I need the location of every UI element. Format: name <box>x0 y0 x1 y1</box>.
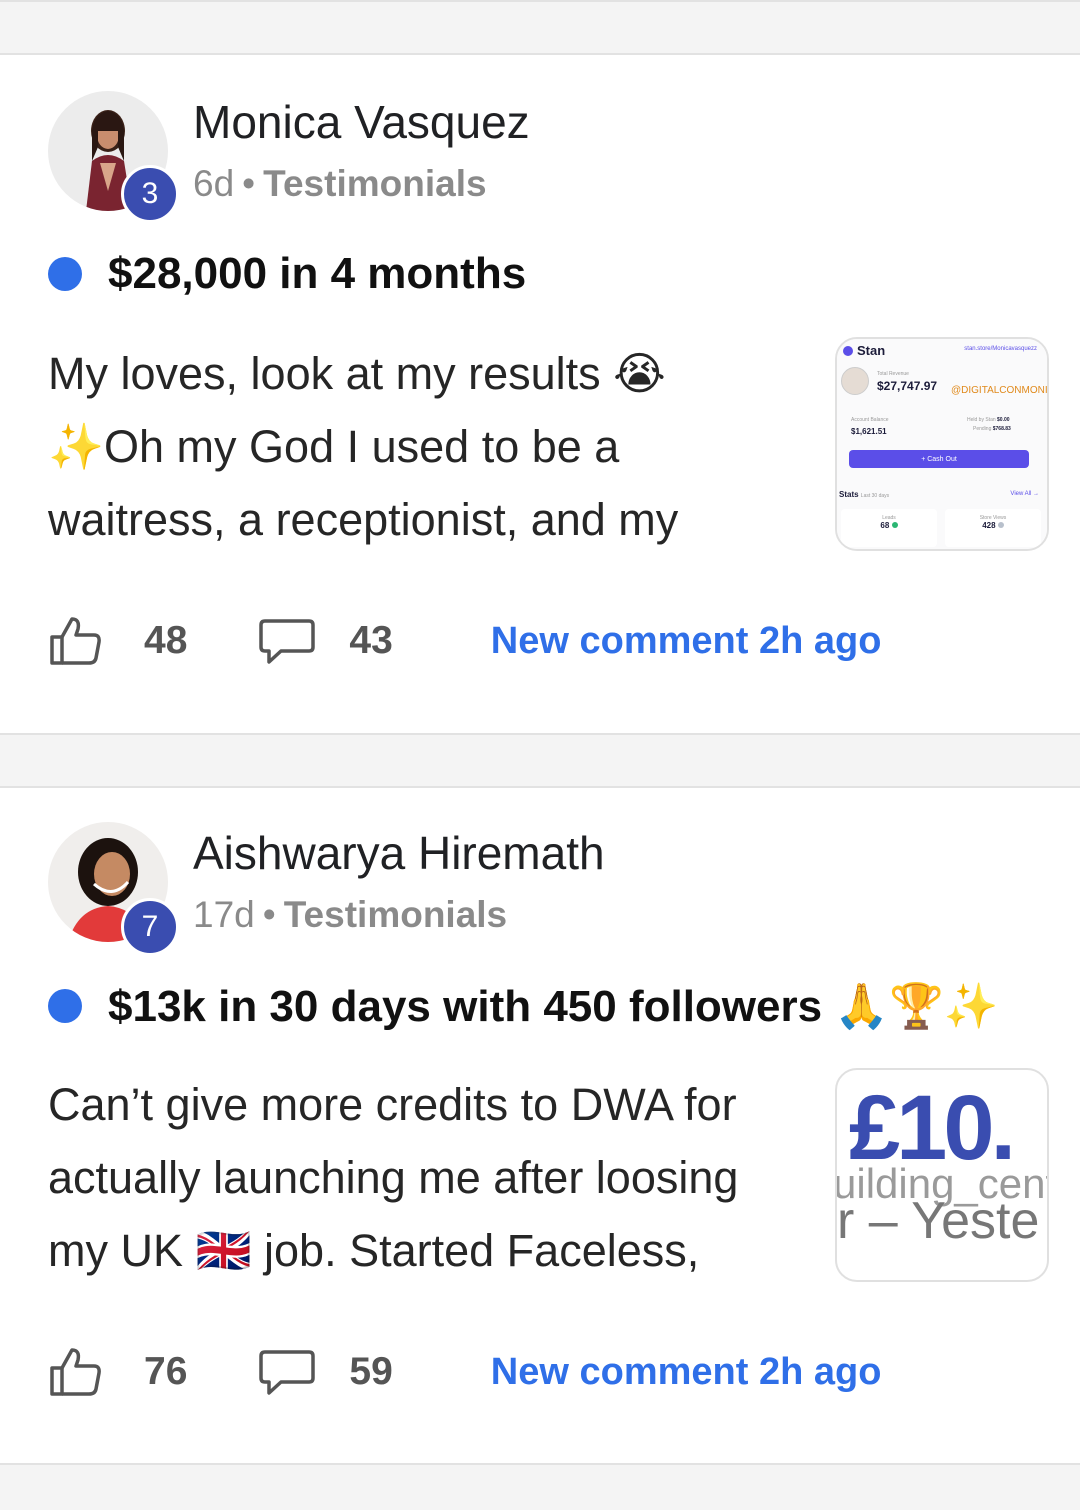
stan-held: $0.00 <box>997 417 1010 423</box>
level-badge: 7 <box>121 898 179 956</box>
feed-top-divider <box>0 0 1080 55</box>
post-separator <box>0 733 1080 786</box>
stan-balance-label: Account Balance <box>851 417 889 423</box>
stan-pending-label: Pending <box>973 426 992 432</box>
post-age: 6d <box>193 163 235 204</box>
post-meta: 17d • Testimonials <box>193 894 507 936</box>
stan-avatar <box>841 367 869 395</box>
post-title-row[interactable]: $13k in 30 days with 450 followers 🙏🏆✨ <box>48 980 999 1032</box>
stan-leads: 68 <box>880 521 890 530</box>
unread-dot-icon <box>48 989 82 1023</box>
stan-stats: Stats <box>839 490 859 499</box>
stan-brand: Stan <box>857 343 886 358</box>
thumbs-up-icon[interactable] <box>48 615 104 667</box>
post-body[interactable]: My loves, look at my results 😭 ✨Oh my Go… <box>48 337 808 556</box>
stan-stats-range: Last 30 days <box>860 493 890 499</box>
post-title[interactable]: $13k in 30 days with 450 followers 🙏🏆✨ <box>108 980 999 1032</box>
stan-views: 428 <box>982 521 996 530</box>
meta-separator: • <box>262 894 276 935</box>
post-body-line: waitress, a receptionist, and my <box>48 494 679 545</box>
stan-total-revenue-label: Total Revenue <box>877 371 909 377</box>
stan-url: stan.store/Monicavasquezz <box>964 346 1037 352</box>
stan-total-revenue: $27,747.97 <box>877 379 938 393</box>
post-body-line: actually launching me after loosing <box>48 1152 739 1203</box>
post-thumbnail[interactable]: £10. uilding_cent r – Yeste <box>835 1068 1049 1282</box>
like-count[interactable]: 76 <box>144 1350 187 1394</box>
stan-handle: @DIGITALCONMONI <box>951 385 1048 396</box>
meta-separator: • <box>242 163 256 204</box>
comment-bubble-icon[interactable] <box>259 1346 316 1398</box>
post-card[interactable]: 3 Monica Vasquez 6d • Testimonials $28,000… <box>0 55 1080 733</box>
post-category[interactable]: Testimonials <box>284 894 507 935</box>
stan-view-all: View All → <box>1010 491 1039 497</box>
comment-count[interactable]: 59 <box>349 1350 392 1394</box>
stan-views-card: Store Views 428 <box>945 509 1041 547</box>
stan-leads-card: Leads 68 <box>841 509 937 547</box>
post-body[interactable]: Can’t give more credits to DWA for actua… <box>48 1068 808 1287</box>
post-body-line: ✨Oh my God I used to be a <box>48 421 620 472</box>
thumb-text-low: r – Yeste <box>837 1192 1040 1250</box>
level-badge: 3 <box>121 165 179 223</box>
post-body-line: my UK 🇬🇧 job. Started Faceless, <box>48 1225 700 1276</box>
author-name[interactable]: Monica Vasquez <box>193 95 530 149</box>
comment-bubble-icon[interactable] <box>259 615 316 667</box>
post-title[interactable]: $28,000 in 4 months <box>108 249 526 299</box>
stan-balance: $1,621.51 <box>851 427 887 436</box>
new-comment-link[interactable]: New comment 2h ago <box>491 1351 882 1394</box>
thumbs-up-icon[interactable] <box>48 1346 104 1398</box>
stan-pending: $768.83 <box>992 426 1011 432</box>
comment-count[interactable]: 43 <box>349 619 392 663</box>
stan-cash-out-button: + Cash Out <box>849 450 1029 468</box>
post-age: 17d <box>193 894 255 935</box>
unread-dot-icon <box>48 257 82 291</box>
stan-views-dot-icon <box>997 522 1004 528</box>
post-thumbnail[interactable]: Stan stan.store/Monicavasquezz Total Rev… <box>835 337 1049 551</box>
post-category[interactable]: Testimonials <box>263 163 486 204</box>
post-title-row[interactable]: $28,000 in 4 months <box>48 249 526 299</box>
new-comment-link[interactable]: New comment 2h ago <box>491 620 882 663</box>
post-body-line: My loves, look at my results 😭 <box>48 348 666 399</box>
like-count[interactable]: 48 <box>144 619 187 663</box>
post-actions: 76 59 New comment 2h ago <box>48 1346 881 1398</box>
post-separator <box>0 1463 1080 1510</box>
post-actions: 48 43 New comment 2h ago <box>48 615 881 667</box>
post-card[interactable]: 7 Aishwarya Hiremath 17d • Testimonials $1… <box>0 786 1080 1465</box>
stan-held-label: Held by Stan <box>967 417 996 423</box>
stan-logo-icon <box>843 345 853 356</box>
stan-leads-dot-icon <box>891 522 898 528</box>
author-name[interactable]: Aishwarya Hiremath <box>193 826 605 880</box>
post-meta: 6d • Testimonials <box>193 163 487 205</box>
post-body-line: Can’t give more credits to DWA for <box>48 1079 737 1130</box>
